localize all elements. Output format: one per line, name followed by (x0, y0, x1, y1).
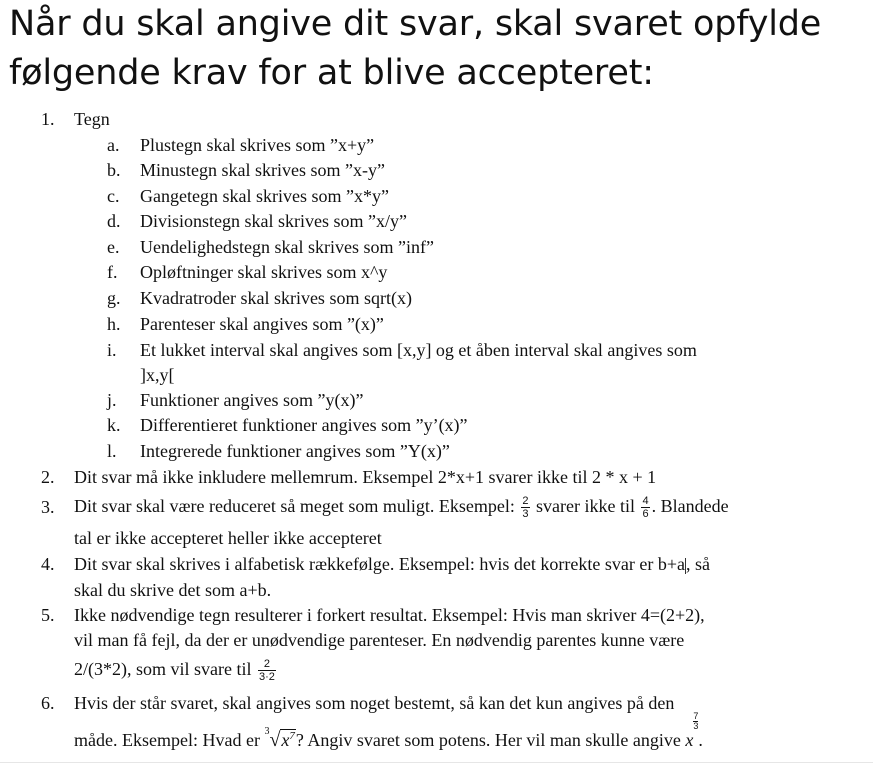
item-text-part: Dit svar skal skrives i alfabetisk række… (74, 554, 685, 574)
page-heading: Når du skal angive dit svar, skal svaret… (9, 0, 869, 98)
item-text-part: 2/(3*2), som vil svare til (74, 659, 252, 679)
power-base: x (685, 730, 694, 750)
item-text: Ikke nødvendige tegn resulterer i forker… (74, 605, 705, 625)
item-number: 1. (41, 109, 55, 129)
page-bottom-divider (0, 762, 873, 763)
item-number: 6. (41, 693, 55, 713)
subitem-text: Et lukket interval skal angives som [x,y… (140, 340, 697, 360)
fraction: 23 (521, 495, 530, 521)
fraction: 2 3·2 (257, 658, 276, 684)
fraction-numerator: 2 (257, 658, 276, 672)
root-exponent: 7 (289, 730, 295, 742)
subitem-text: Gangetegn skal skrives som ”x*y” (140, 186, 389, 206)
item-text-part: . Blandede (651, 496, 729, 516)
item-text-continued: skal du skrive det som a+b. (74, 580, 272, 600)
power-exponent-fraction: 73 (693, 712, 699, 731)
subitem-letter: g. (107, 288, 121, 308)
item-number: 5. (41, 605, 55, 625)
item-number: 2. (41, 467, 55, 487)
subitem-letter: c. (107, 186, 120, 206)
radical-sign: √ (269, 729, 281, 751)
subitem-letter: b. (107, 160, 121, 180)
subitem-text: Opløftninger skal skrives som x^y (140, 262, 388, 282)
fraction-denominator: 6 (642, 508, 649, 521)
subitem-letter: i. (107, 340, 117, 360)
item-number: 3. (41, 497, 55, 517)
item-text: Dit svar skal være reduceret så meget so… (74, 490, 729, 522)
fraction-numerator: 2 (521, 495, 530, 509)
subitem-letter: l. (107, 441, 117, 461)
subitem-letter: h. (107, 314, 121, 334)
item-number: 4. (41, 554, 55, 574)
subitem-text: Divisionstegn skal skrives som ”x/y” (140, 211, 407, 231)
item-text-continued: måde. Eksempel: Hvad er 3√x7? Angiv svar… (74, 712, 703, 756)
heading-line-1: Når du skal angive dit svar, skal svaret… (9, 4, 822, 44)
exponent-denominator: 3 (693, 721, 699, 731)
item-text: Hvis der står svaret, skal angives som n… (74, 693, 675, 713)
fraction-numerator: 4 (641, 495, 650, 509)
subitem-text: Integrerede funktioner angives som ”Y(x)… (140, 441, 450, 461)
cube-root-expression: 3√x7 (264, 726, 296, 751)
subitem-letter: f. (107, 262, 118, 282)
subitem-text: Funktioner angives som ”y(x)” (140, 390, 364, 410)
item-text-continued: 2/(3*2), som vil svare til 2 3·2 (74, 653, 278, 685)
item-text-part: ? Angiv svaret som potens. Her vil man s… (295, 730, 681, 750)
item-text: Dit svar skal skrives i alfabetisk række… (74, 554, 710, 575)
subitem-text: Uendelighedstegn skal skrives som ”inf” (140, 237, 434, 257)
fraction-denominator: 3·2 (258, 671, 275, 684)
subitem-letter: a. (107, 135, 120, 155)
item-text-part: . (698, 730, 703, 750)
root-argument: x7 (280, 729, 296, 750)
item-text-continued: tal er ikke accepteret heller ikke accep… (74, 528, 382, 548)
item-text-continued: vil man få fejl, da der er unødvendige p… (74, 630, 685, 650)
subitem-text-continued: ]x,y[ (140, 365, 175, 385)
subitem-letter: e. (107, 237, 120, 257)
power-expression: x73 (685, 712, 699, 750)
subitem-text: Parenteser skal angives som ”(x)” (140, 314, 384, 334)
subitem-letter: d. (107, 211, 121, 231)
fraction-denominator: 3 (522, 508, 529, 521)
subitem-text: Minustegn skal skrives som ”x-y” (140, 160, 385, 180)
item-text-part: , så (685, 554, 710, 574)
item-text: Tegn (74, 109, 110, 129)
item-text-part: Dit svar skal være reduceret så meget so… (74, 496, 515, 516)
heading-line-2: følgende krav for at blive accepteret: (9, 53, 654, 93)
item-text: Dit svar må ikke inkludere mellemrum. Ek… (74, 467, 657, 487)
subitem-letter: j. (107, 390, 117, 410)
root-index: 3 (264, 726, 270, 737)
item-text-part: måde. Eksempel: Hvad er (74, 730, 260, 750)
subitem-text: Kvadratroder skal skrives som sqrt(x) (140, 288, 412, 308)
fraction: 46 (641, 495, 650, 521)
subitem-text: Plustegn skal skrives som ”x+y” (140, 135, 375, 155)
subitem-letter: k. (107, 415, 121, 435)
subitem-text: Differentieret funktioner angives som ”y… (140, 415, 468, 435)
item-text-part: svarer ikke til (536, 496, 635, 516)
